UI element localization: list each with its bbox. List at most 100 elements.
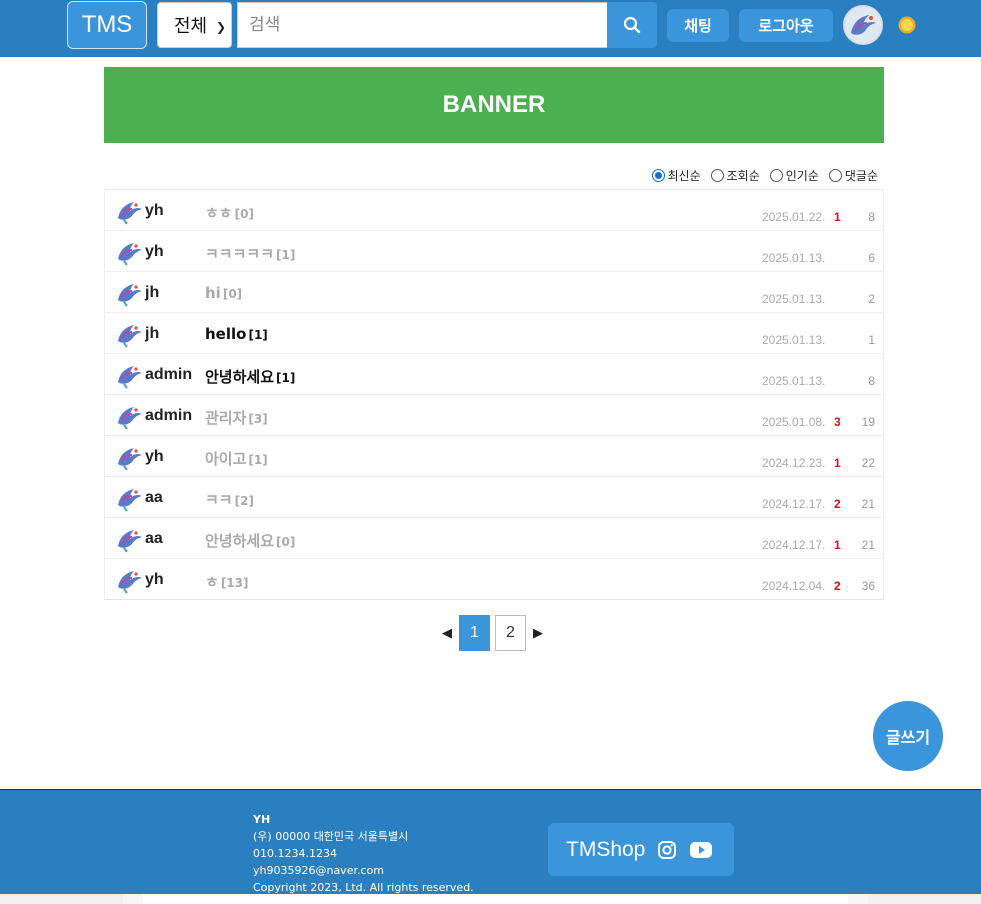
logout-button[interactable]: 로그아웃 [739, 9, 833, 42]
post-title-link[interactable]: hello [1] [205, 325, 268, 343]
page-2-button[interactable]: 2 [495, 615, 526, 651]
chevron-down-icon: ❯ [215, 20, 226, 34]
post-author: yh [145, 202, 164, 219]
footer-phone: 010.1234.1234 [253, 847, 337, 860]
post-date: 2025.01.13. [762, 333, 826, 347]
like-count: 2 [834, 497, 841, 511]
user-avatar-icon [115, 401, 145, 431]
post-title: ㅋㅋ [205, 491, 233, 509]
sort-options: 최신순 조회순 인기순 댓글순 [651, 167, 878, 184]
post-title: ㅋㅋㅋㅋㅋ [205, 245, 275, 263]
post-author: jh [145, 284, 160, 301]
post-title-link[interactable]: 관리자 [3] [205, 407, 268, 428]
post-date: 2025.01.13. [762, 374, 826, 388]
post-author: admin [145, 407, 193, 424]
post-date: 2024.12.17. [762, 538, 826, 552]
like-count: 1 [834, 538, 841, 552]
post-list: yh ㅎㅎ [0] 2025.01.22. 1 8 yh ㅋㅋㅋㅋㅋ [1] 2025.01.13… [104, 189, 884, 600]
radio[interactable] [710, 169, 724, 182]
dragon-avatar-icon [851, 15, 876, 35]
post-row[interactable]: admin 안녕하세요 [1] 2025.01.13. 8 [104, 353, 884, 395]
footer-info: YH (우) 00000 대한민국 서울특별시 010.1234.1234 yh… [253, 811, 474, 896]
post-title: 안녕하세요 [205, 532, 275, 550]
post-row[interactable]: yh 아이고 [1] 2024.12.23. 1 22 [104, 435, 884, 477]
prev-page-icon[interactable]: ◀ [440, 615, 454, 651]
post-title: 관리자 [205, 409, 247, 427]
search-button[interactable] [607, 2, 657, 48]
view-count: 2 [868, 292, 875, 306]
post-title: hi [205, 284, 221, 302]
post-row[interactable]: jh hi [0] 2025.01.13. 2 [104, 271, 884, 313]
user-avatar-icon [115, 278, 145, 308]
youtube-icon[interactable] [689, 841, 713, 859]
post-author: jh [145, 325, 160, 342]
theme-toggle-sun-icon[interactable] [897, 15, 917, 35]
profile-avatar[interactable] [843, 5, 883, 45]
post-author: yh [145, 243, 164, 260]
comment-count: [1] [248, 453, 268, 467]
post-title-link[interactable]: 안녕하세요 [0] [205, 530, 295, 551]
post-title-link[interactable]: 안녕하세요 [1] [205, 366, 295, 387]
post-title-link[interactable]: ㅎ [13] [205, 571, 248, 592]
sort-views[interactable]: 조회순 [710, 167, 760, 184]
logo-home-link[interactable]: TMS [67, 1, 147, 49]
post-author: aa [145, 489, 163, 506]
like-count: 1 [834, 210, 841, 224]
view-count: 8 [868, 210, 875, 224]
post-row[interactable]: jh hello [1] 2025.01.13. 1 [104, 312, 884, 354]
comment-count: [1] [276, 248, 296, 262]
search-category-value: 전체 [174, 16, 208, 36]
write-post-button[interactable]: 글쓰기 [873, 701, 943, 771]
pagination: ◀ 1 2 ▶ [440, 615, 545, 651]
post-author: admin [145, 366, 193, 383]
post-title-link[interactable]: hi [0] [205, 284, 242, 302]
post-date: 2025.01.13. [762, 251, 826, 265]
post-date: 2024.12.23. [762, 456, 826, 470]
user-avatar-icon [115, 483, 145, 513]
post-date: 2024.12.04. [762, 579, 826, 593]
next-page-icon[interactable]: ▶ [531, 615, 545, 651]
post-row[interactable]: aa 안녕하세요 [0] 2024.12.17. 1 21 [104, 517, 884, 559]
footer-address: (우) 00000 대한민국 서울특별시 [253, 830, 409, 843]
footer-name: YH [253, 813, 271, 826]
comment-count: [3] [248, 412, 268, 426]
footer-email: yh9035926@naver.com [253, 864, 384, 877]
post-title-link[interactable]: ㅋㅋ [2] [205, 489, 254, 510]
post-title-link[interactable]: ㅎㅎ [0] [205, 202, 254, 223]
banner[interactable]: BANNER [104, 67, 884, 143]
sort-comments[interactable]: 댓글순 [828, 167, 878, 184]
tmshop-link[interactable]: TMShop [548, 823, 734, 876]
post-title-link[interactable]: ㅋㅋㅋㅋㅋ [1] [205, 243, 295, 264]
post-row[interactable]: yh ㅎ [13] 2024.12.04. 2 36 [104, 558, 884, 600]
view-count: 22 [861, 456, 875, 470]
post-row[interactable]: aa ㅋㅋ [2] 2024.12.17. 2 21 [104, 476, 884, 518]
post-row[interactable]: yh ㅋㅋㅋㅋㅋ [1] 2025.01.13. 6 [104, 230, 884, 272]
view-count: 36 [861, 579, 875, 593]
tmshop-label: TMShop [566, 837, 646, 861]
sort-latest[interactable]: 최신순 [651, 167, 701, 184]
radio[interactable] [769, 169, 783, 182]
user-avatar-icon [115, 319, 145, 349]
comment-count: [1] [276, 371, 296, 385]
user-avatar-icon [115, 196, 145, 226]
post-author: yh [145, 448, 164, 465]
view-count: 6 [868, 251, 875, 265]
post-date: 2024.12.17. [762, 497, 826, 511]
like-count: 1 [834, 456, 841, 470]
post-row[interactable]: admin 관리자 [3] 2025.01.08. 3 19 [104, 394, 884, 436]
user-avatar-icon [115, 442, 145, 472]
view-count: 21 [861, 538, 875, 552]
instagram-icon[interactable] [657, 840, 677, 860]
radio[interactable] [828, 169, 842, 182]
chat-button[interactable]: 채팅 [667, 9, 729, 42]
post-title: ㅎㅎ [205, 204, 233, 222]
search-input[interactable]: 검색 [237, 2, 607, 48]
search-category-select[interactable]: 전체 ❯ [157, 2, 232, 48]
page-1-button[interactable]: 1 [459, 615, 490, 651]
sort-popular[interactable]: 인기순 [769, 167, 819, 184]
post-title: hello [205, 325, 247, 343]
post-title-link[interactable]: 아이고 [1] [205, 448, 268, 469]
post-row[interactable]: yh ㅎㅎ [0] 2025.01.22. 1 8 [104, 189, 884, 231]
post-title: ㅎ [205, 573, 219, 591]
radio-selected[interactable] [651, 169, 665, 182]
